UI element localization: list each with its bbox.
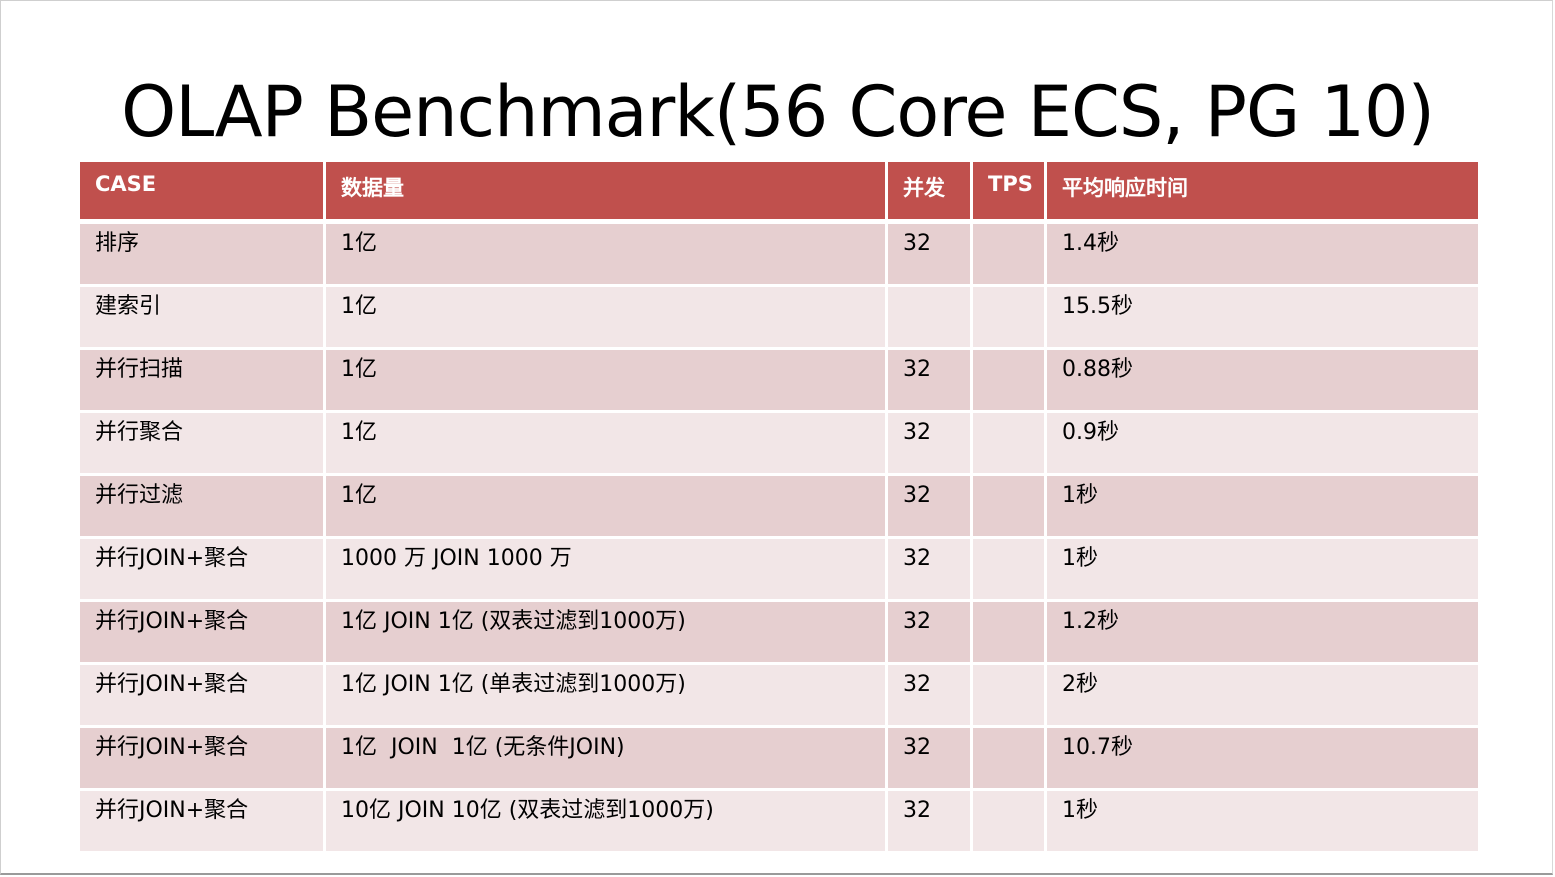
cell-avg-response-time: 2秒 (1047, 665, 1478, 728)
cell-tps (973, 539, 1047, 602)
cell-case: 并行过滤 (80, 476, 326, 539)
cell-tps (973, 602, 1047, 665)
cell-case: 并行JOIN+聚合 (80, 539, 326, 602)
cell-concurrency: 32 (888, 728, 973, 791)
cell-data-volume: 1000 万 JOIN 1000 万 (326, 539, 888, 602)
table-header-row: CASE 数据量 并发 TPS 平均响应时间 (80, 162, 1478, 224)
cell-avg-response-time: 1.2秒 (1047, 602, 1478, 665)
table-row: 并行扫描 1亿 32 0.88秒 (80, 350, 1478, 413)
cell-concurrency: 32 (888, 791, 973, 854)
cell-case: 并行聚合 (80, 413, 326, 476)
cell-case: 并行JOIN+聚合 (80, 665, 326, 728)
header-case: CASE (80, 162, 326, 224)
table-row: 并行JOIN+聚合 1亿 JOIN 1亿 (无条件JOIN) 32 10.7秒 (80, 728, 1478, 791)
cell-data-volume: 1亿 JOIN 1亿 (单表过滤到1000万) (326, 665, 888, 728)
cell-avg-response-time: 0.88秒 (1047, 350, 1478, 413)
cell-avg-response-time: 0.9秒 (1047, 413, 1478, 476)
header-tps: TPS (973, 162, 1047, 224)
cell-concurrency: 32 (888, 476, 973, 539)
cell-data-volume: 1亿 (326, 287, 888, 350)
cell-concurrency: 32 (888, 224, 973, 287)
cell-case: 排序 (80, 224, 326, 287)
cell-avg-response-time: 1秒 (1047, 791, 1478, 854)
cell-case: 并行JOIN+聚合 (80, 728, 326, 791)
table-row: 并行聚合 1亿 32 0.9秒 (80, 413, 1478, 476)
header-avg-response-time: 平均响应时间 (1047, 162, 1478, 224)
cell-avg-response-time: 15.5秒 (1047, 287, 1478, 350)
benchmark-table: CASE 数据量 并发 TPS 平均响应时间 排序 1亿 32 1.4秒 建索引… (80, 162, 1478, 854)
cell-concurrency: 32 (888, 602, 973, 665)
cell-data-volume: 10亿 JOIN 10亿 (双表过滤到1000万) (326, 791, 888, 854)
cell-data-volume: 1亿 (326, 413, 888, 476)
cell-data-volume: 1亿 JOIN 1亿 (双表过滤到1000万) (326, 602, 888, 665)
cell-avg-response-time: 1.4秒 (1047, 224, 1478, 287)
cell-case: 并行JOIN+聚合 (80, 791, 326, 854)
cell-tps (973, 287, 1047, 350)
cell-tps (973, 476, 1047, 539)
cell-tps (973, 413, 1047, 476)
cell-case: 并行扫描 (80, 350, 326, 413)
table-row: 排序 1亿 32 1.4秒 (80, 224, 1478, 287)
table-row: 并行JOIN+聚合 10亿 JOIN 10亿 (双表过滤到1000万) 32 1… (80, 791, 1478, 854)
cell-concurrency: 32 (888, 350, 973, 413)
cell-avg-response-time: 1秒 (1047, 539, 1478, 602)
cell-avg-response-time: 1秒 (1047, 476, 1478, 539)
cell-case: 并行JOIN+聚合 (80, 602, 326, 665)
cell-concurrency: 32 (888, 539, 973, 602)
cell-data-volume: 1亿 (326, 476, 888, 539)
cell-tps (973, 350, 1047, 413)
cell-concurrency: 32 (888, 413, 973, 476)
cell-tps (973, 728, 1047, 791)
table-row: 并行JOIN+聚合 1亿 JOIN 1亿 (单表过滤到1000万) 32 2秒 (80, 665, 1478, 728)
cell-data-volume: 1亿 JOIN 1亿 (无条件JOIN) (326, 728, 888, 791)
cell-data-volume: 1亿 (326, 350, 888, 413)
table-row: 建索引 1亿 15.5秒 (80, 287, 1478, 350)
table-row: 并行JOIN+聚合 1亿 JOIN 1亿 (双表过滤到1000万) 32 1.2… (80, 602, 1478, 665)
header-concurrency: 并发 (888, 162, 973, 224)
cell-concurrency (888, 287, 973, 350)
cell-tps (973, 791, 1047, 854)
cell-case: 建索引 (80, 287, 326, 350)
cell-avg-response-time: 10.7秒 (1047, 728, 1478, 791)
header-data-volume: 数据量 (326, 162, 888, 224)
table-row: 并行过滤 1亿 32 1秒 (80, 476, 1478, 539)
slide-title: OLAP Benchmark(56 Core ECS, PG 10) (121, 71, 1435, 153)
cell-concurrency: 32 (888, 665, 973, 728)
cell-tps (973, 665, 1047, 728)
table-row: 并行JOIN+聚合 1000 万 JOIN 1000 万 32 1秒 (80, 539, 1478, 602)
cell-tps (973, 224, 1047, 287)
cell-data-volume: 1亿 (326, 224, 888, 287)
